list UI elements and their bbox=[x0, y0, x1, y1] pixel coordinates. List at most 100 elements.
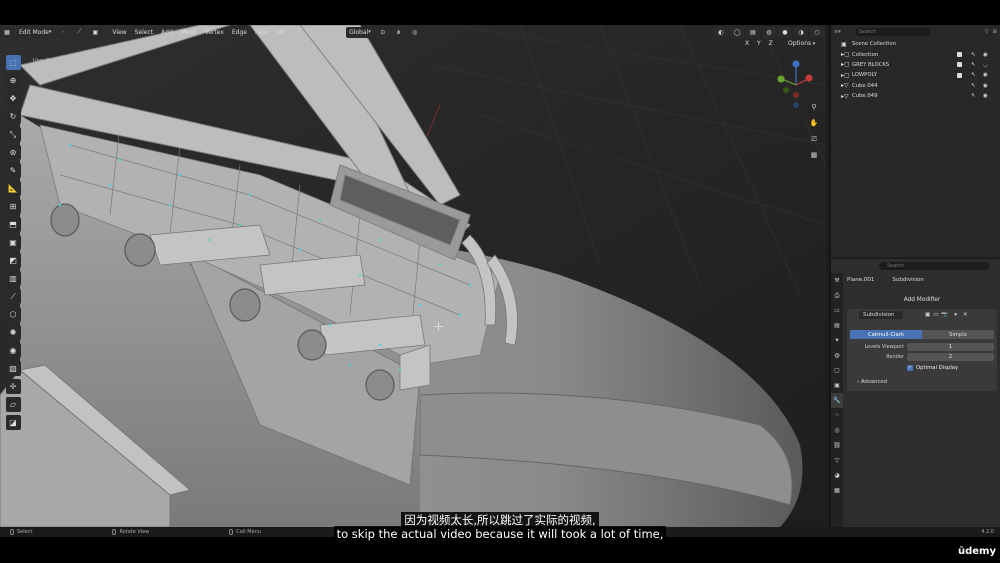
visibility-icon[interactable]: ◐ bbox=[714, 26, 728, 38]
overlay-icon[interactable]: ◯ bbox=[730, 26, 744, 38]
rendered-shading-icon[interactable]: ○ bbox=[810, 26, 824, 38]
output-tab-icon[interactable]: ▭ bbox=[831, 303, 843, 318]
menu-mesh[interactable]: Mesh bbox=[179, 29, 199, 36]
outliner-row-cube-044[interactable]: ▸▽ Cube.044 ↖ ◉ bbox=[831, 81, 1000, 91]
properties-search[interactable]: Search bbox=[879, 262, 989, 270]
render-levels-field[interactable]: 2 bbox=[907, 353, 994, 361]
exclude-checkbox[interactable] bbox=[957, 72, 962, 78]
material-tab-icon[interactable]: ◕ bbox=[831, 468, 843, 483]
edge-slide-icon[interactable]: ▧ bbox=[5, 361, 21, 376]
menu-view[interactable]: View bbox=[110, 29, 128, 36]
texture-tab-icon[interactable]: ▦ bbox=[831, 483, 843, 498]
smooth-icon[interactable]: ◉ bbox=[5, 343, 21, 358]
menu-vertex[interactable]: Vertex bbox=[203, 29, 226, 36]
rip-icon[interactable]: ◪ bbox=[5, 415, 21, 430]
snap-icon[interactable]: ⋔ bbox=[391, 26, 406, 38]
add-modifier-button[interactable]: Add Modifier bbox=[847, 294, 997, 305]
scale-icon[interactable]: ⤡ bbox=[5, 127, 21, 142]
outliner-row-grey-blocks[interactable]: ▸▢ GREY BLOCKS ↖ ◡ bbox=[831, 60, 1000, 70]
spin-icon[interactable]: ✺ bbox=[5, 325, 21, 340]
material-shading-icon[interactable]: ◑ bbox=[794, 26, 808, 38]
advanced-subpanel[interactable]: › Advanced bbox=[857, 379, 887, 385]
view-layer-tab-icon[interactable]: ▤ bbox=[831, 318, 843, 333]
rotate-icon[interactable]: ↻ bbox=[5, 109, 21, 124]
render-tab-icon[interactable]: ⎙ bbox=[831, 288, 843, 303]
filter-icon[interactable]: ▽ bbox=[985, 29, 989, 35]
transform-icon[interactable]: ⊛ bbox=[5, 145, 21, 160]
menu-uv[interactable]: UV bbox=[275, 29, 288, 36]
eye-closed-icon[interactable]: ◡ bbox=[983, 62, 988, 68]
constraints-tab-icon[interactable]: ⛓ bbox=[831, 438, 843, 453]
simple-option[interactable]: Simple bbox=[922, 330, 994, 339]
3d-viewport[interactable]: ▦ Edit Mode ⋅ ⟋ ▣ View Select Add Mesh V… bbox=[0, 25, 826, 527]
measure-icon[interactable]: 📐 bbox=[5, 181, 21, 196]
outliner-row-collection[interactable]: ▸▢ Collection ↖ ◉ bbox=[831, 49, 1000, 59]
eye-icon[interactable]: ◉ bbox=[983, 52, 988, 58]
catmull-clark-option[interactable]: Catmull-Clark bbox=[850, 330, 922, 339]
shear-icon[interactable]: ▱ bbox=[5, 397, 21, 412]
particles-tab-icon[interactable]: ⁘ bbox=[831, 408, 843, 423]
modifier-tab-icon[interactable]: 🔧 bbox=[831, 393, 843, 408]
select-toggle-icon[interactable]: ↖ bbox=[971, 83, 976, 89]
add-cube-icon[interactable]: ⊞ bbox=[5, 199, 21, 214]
menu-add[interactable]: Add bbox=[159, 29, 175, 36]
knife-icon[interactable]: ⟋ bbox=[5, 289, 21, 304]
pan-icon[interactable]: ✋ bbox=[808, 117, 820, 129]
outliner-row-lowpoly[interactable]: ▸▢ LOWPOLY ↖ ◉ bbox=[831, 70, 1000, 80]
tool-tab-icon[interactable]: ⚒ bbox=[831, 273, 843, 288]
collection-tab-icon[interactable]: ▢ bbox=[831, 363, 843, 378]
options-dropdown[interactable]: Options bbox=[788, 40, 815, 47]
proportional-edit-icon[interactable]: ◎ bbox=[407, 26, 422, 38]
select-toggle-icon[interactable]: ↖ bbox=[971, 52, 976, 58]
zoom-icon[interactable]: ⚲ bbox=[808, 101, 820, 113]
object-tab-icon[interactable]: ▣ bbox=[831, 378, 843, 393]
editmode-toggle-icon[interactable]: ▣ bbox=[925, 312, 930, 318]
cursor-icon[interactable]: ⊕ bbox=[5, 73, 21, 88]
edge-select-icon[interactable]: ⟋ bbox=[72, 26, 87, 38]
exclude-checkbox[interactable] bbox=[957, 62, 962, 68]
menu-edge[interactable]: Edge bbox=[230, 29, 249, 36]
select-toggle-icon[interactable]: ↖ bbox=[971, 72, 976, 78]
world-tab-icon[interactable]: ◍ bbox=[831, 348, 843, 363]
modifier-name-field[interactable]: Subdivision bbox=[859, 310, 903, 319]
new-collection-icon[interactable]: ⊞ bbox=[993, 29, 997, 35]
grid-view-icon[interactable]: ▦ bbox=[808, 149, 820, 161]
transform-orientation-dropdown[interactable]: Global bbox=[346, 26, 374, 38]
select-toggle-icon[interactable]: ↖ bbox=[971, 62, 976, 68]
move-icon[interactable]: ✥ bbox=[5, 91, 21, 106]
shrink-fatten-icon[interactable]: ✢ bbox=[5, 379, 21, 394]
editor-type-icon[interactable]: ▦ bbox=[0, 26, 14, 38]
poly-build-icon[interactable]: ⬡ bbox=[5, 307, 21, 322]
eye-icon[interactable]: ◉ bbox=[983, 93, 988, 99]
select-box-icon[interactable]: ⬚ bbox=[5, 55, 21, 70]
pivot-icon[interactable]: ⊙ bbox=[375, 26, 390, 38]
render-toggle-icon[interactable]: 📷 bbox=[941, 312, 948, 318]
close-icon[interactable]: ✕ bbox=[963, 312, 968, 318]
vertex-select-icon[interactable]: ⋅ bbox=[56, 26, 71, 38]
physics-tab-icon[interactable]: ◎ bbox=[831, 423, 843, 438]
camera-icon[interactable]: ⎚ bbox=[808, 133, 820, 145]
loop-cut-icon[interactable]: ▥ bbox=[5, 271, 21, 286]
xray-icon[interactable]: ▤ bbox=[746, 26, 760, 38]
wireframe-shading-icon[interactable]: ◍ bbox=[762, 26, 776, 38]
outliner-search[interactable]: Search bbox=[854, 28, 930, 36]
mirror-axes[interactable]: X Y Z bbox=[745, 40, 776, 47]
solid-shading-icon[interactable]: ● bbox=[778, 26, 792, 38]
data-tab-icon[interactable]: ▽ bbox=[831, 453, 843, 468]
inset-icon[interactable]: ▣ bbox=[5, 235, 21, 250]
outliner-row-scene-collection[interactable]: ▣ Scene Collection bbox=[831, 39, 1000, 49]
outliner-row-cube-049[interactable]: ▸▽ Cube.049 ↖ ◉ bbox=[831, 91, 1000, 101]
menu-face[interactable]: Face bbox=[253, 29, 271, 36]
menu-select[interactable]: Select bbox=[133, 29, 156, 36]
exclude-checkbox[interactable] bbox=[957, 52, 962, 58]
levels-viewport-field[interactable]: 1 bbox=[907, 343, 994, 351]
viewport-toggle-icon[interactable]: ▭ bbox=[933, 312, 938, 318]
extrude-icon[interactable]: ⬒ bbox=[5, 217, 21, 232]
optimal-display-checkbox[interactable]: ✓ Optimal Display bbox=[907, 365, 958, 371]
scene-tab-icon[interactable]: ✦ bbox=[831, 333, 843, 348]
select-toggle-icon[interactable]: ↖ bbox=[971, 93, 976, 99]
outliner-type-icon[interactable]: ≡▾ bbox=[834, 29, 841, 35]
face-select-icon[interactable]: ▣ bbox=[88, 26, 103, 38]
mode-dropdown[interactable]: Edit Mode bbox=[16, 26, 55, 38]
eye-icon[interactable]: ◉ bbox=[983, 72, 988, 78]
